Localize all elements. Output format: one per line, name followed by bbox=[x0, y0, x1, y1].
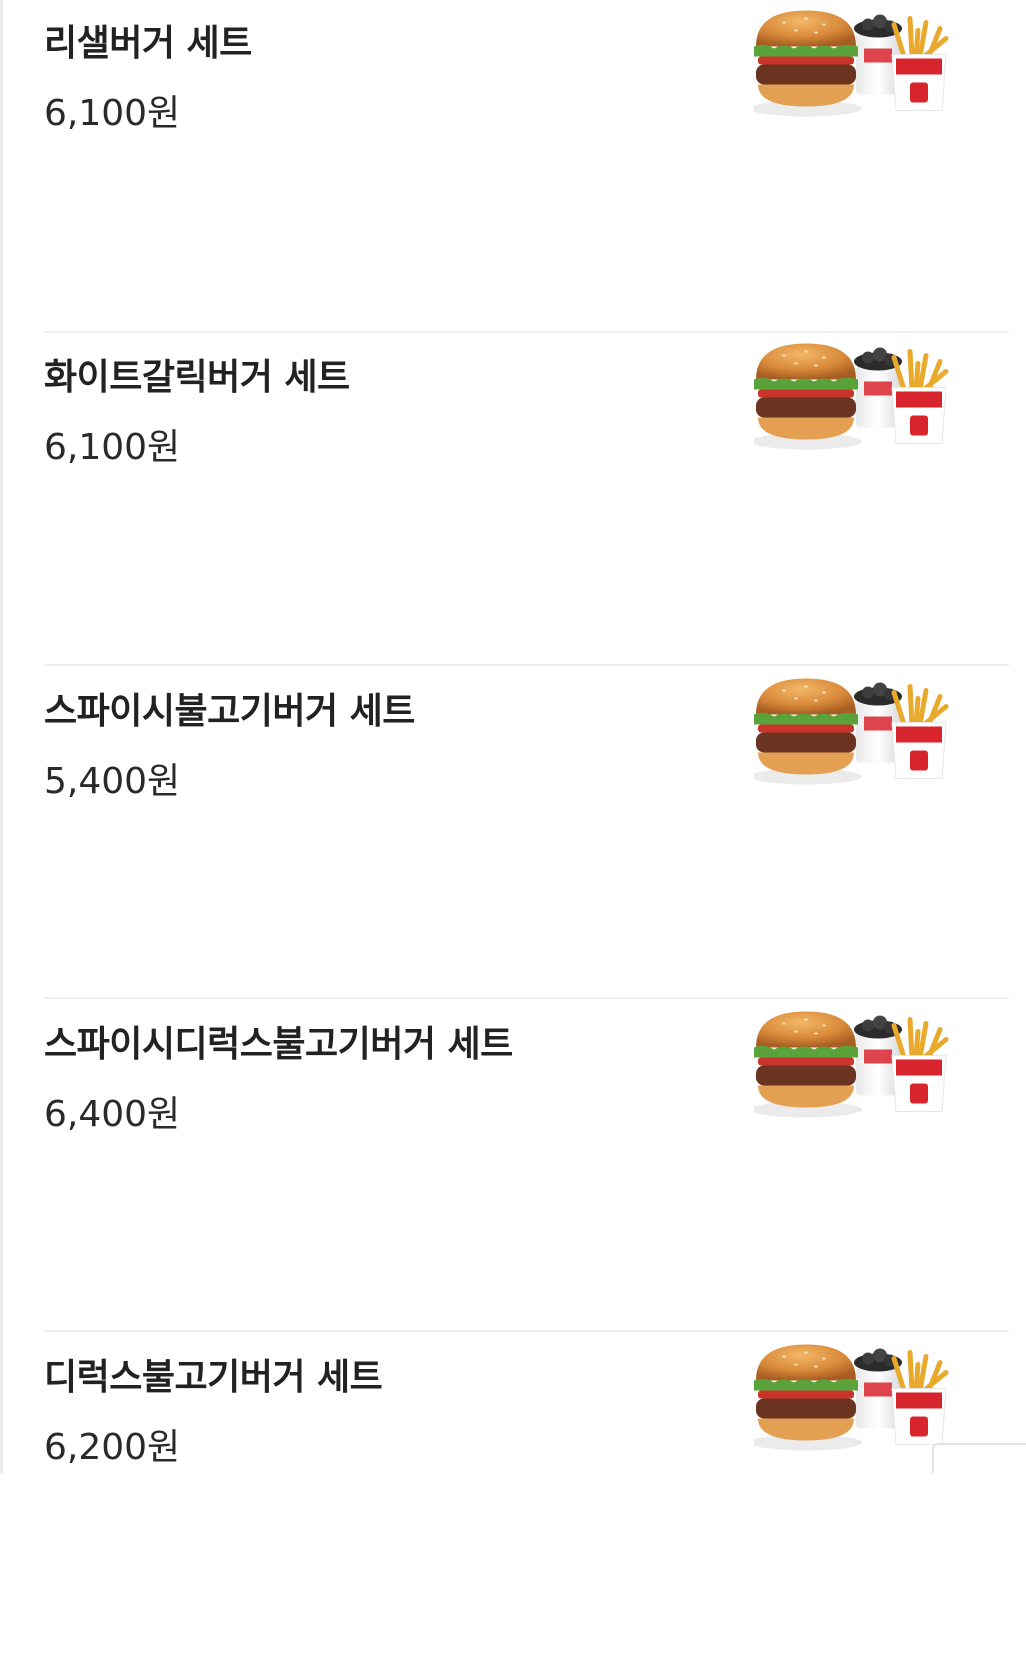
menu-item-name: 디럭스불고기버거 세트 bbox=[44, 1357, 383, 1398]
menu-item-price: 5,400원 bbox=[44, 761, 181, 802]
corner-overlay-tab bbox=[932, 1443, 1026, 1473]
menu-item[interactable]: 디럭스불고기버거 세트 6,200원 bbox=[44, 1332, 1009, 1665]
menu-item-text: 스파이시불고기버거 세트 5,400원 bbox=[44, 682, 415, 804]
menu-item[interactable]: 화이트갈릭버거 세트 6,100원 bbox=[44, 333, 1009, 666]
left-edge-border bbox=[0, 0, 3, 1473]
menu-item-name: 화이트갈릭버거 세트 bbox=[44, 357, 350, 398]
menu-item-price: 6,400원 bbox=[44, 1094, 181, 1135]
menu-item-text: 화이트갈릭버거 세트 6,100원 bbox=[44, 348, 350, 470]
burger-set-photo bbox=[754, 1009, 954, 1124]
menu-item-name: 리샐버거 세트 bbox=[44, 23, 252, 64]
menu-item[interactable]: 리샐버거 세트 6,100원 bbox=[44, 0, 1009, 333]
menu-item[interactable]: 스파이시디럭스불고기버거 세트 6,400원 bbox=[44, 999, 1009, 1332]
menu-item-text: 리샐버거 세트 6,100원 bbox=[44, 14, 252, 136]
menu-item-name: 스파이시불고기버거 세트 bbox=[44, 691, 415, 732]
menu-item-price: 6,200원 bbox=[44, 1427, 181, 1468]
burger-set-photo bbox=[754, 341, 954, 456]
burger-set-photo bbox=[754, 676, 954, 791]
burger-set-photo bbox=[754, 1342, 954, 1457]
menu-list: 리샐버거 세트 6,100원 화이트갈릭버거 세트 6,100원 스파이시불고기… bbox=[44, 0, 1009, 1665]
menu-item-price: 6,100원 bbox=[44, 427, 181, 468]
menu-item-price: 6,100원 bbox=[44, 93, 181, 134]
burger-set-photo bbox=[754, 8, 954, 123]
menu-item-text: 디럭스불고기버거 세트 6,200원 bbox=[44, 1348, 383, 1470]
menu-item[interactable]: 스파이시불고기버거 세트 5,400원 bbox=[44, 666, 1009, 999]
menu-item-text: 스파이시디럭스불고기버거 세트 6,400원 bbox=[44, 1015, 513, 1137]
menu-item-name: 스파이시디럭스불고기버거 세트 bbox=[44, 1024, 513, 1065]
